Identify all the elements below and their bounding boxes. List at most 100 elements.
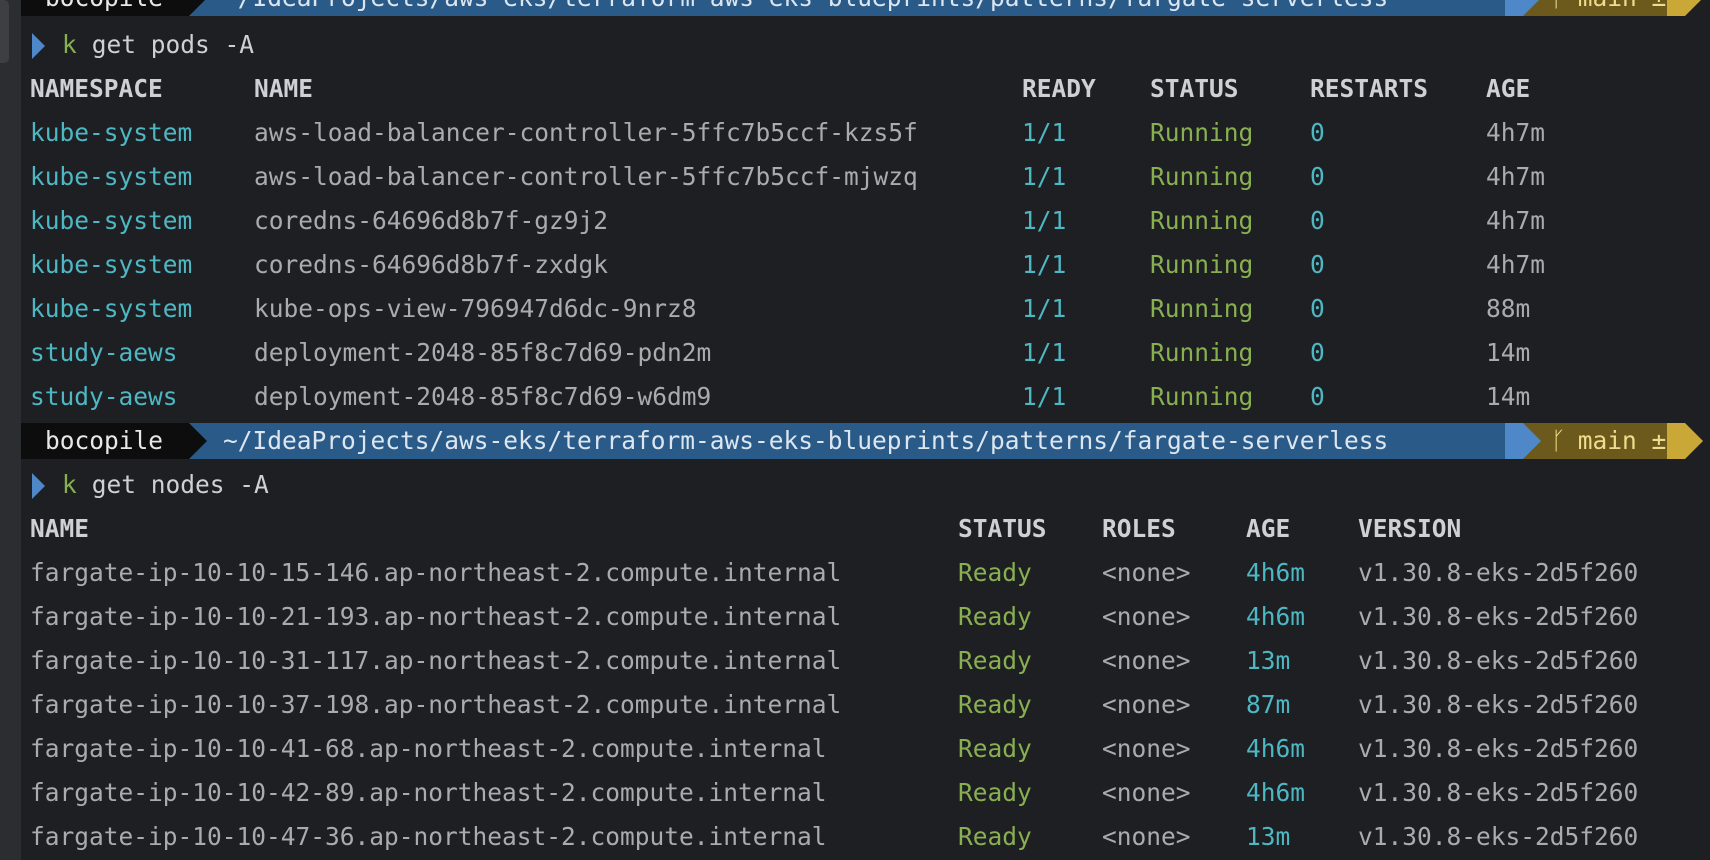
prompt-user: bocopile [21,0,189,16]
nodes-row: fargate-ip-10-10-15-146.ap-northeast-2.c… [0,551,1710,595]
nodes-column-header: AGE [1246,514,1291,543]
pods-cell: Running [1150,382,1254,411]
pods-cell: coredns-64696d8b7f-gz9j2 [254,206,609,235]
pods-row: kube-system coredns-64696d8b7f-gz9j2 1/1 Ru… [0,199,1710,243]
nodes-cell: <none> [1102,690,1191,719]
pods-cell: kube-system [30,206,193,235]
nodes-cell: fargate-ip-10-10-21-193.ap-northeast-2.c… [30,602,842,631]
pods-cell: 1/1 [1022,250,1067,279]
pods-header-row: NAMESPACE NAME READY STATUS RESTARTS AGE [0,67,1710,111]
nodes-cell: Ready [958,778,1032,807]
pods-cell: kube-system [30,294,193,323]
pods-column-header: NAMESPACE [30,74,163,103]
pods-column-header: RESTARTS [1310,74,1429,103]
pods-cell: 1/1 [1022,338,1067,367]
nodes-cell: 87m [1246,690,1291,719]
pods-cell: 0 [1310,162,1325,191]
nodes-cell: fargate-ip-10-10-15-146.ap-northeast-2.c… [30,558,842,587]
nodes-row: fargate-ip-10-10-41-68.ap-northeast-2.co… [0,727,1710,771]
pods-row: kube-system aws-load-balancer-controller-… [0,111,1710,155]
nodes-cell: v1.30.8-eks-2d5f260 [1358,602,1639,631]
pods-cell: deployment-2048-85f8c7d69-w6dm9 [254,382,712,411]
nodes-cell: fargate-ip-10-10-42-89.ap-northeast-2.co… [30,778,827,807]
pods-cell: kube-system [30,118,193,147]
pods-cell: Running [1150,338,1254,367]
nodes-cell: <none> [1102,822,1191,851]
pods-cell: aws-load-balancer-controller-5ffc7b5ccf-… [254,118,918,147]
nodes-cell: v1.30.8-eks-2d5f260 [1358,778,1639,807]
prompt-user: bocopile [21,423,189,459]
pods-cell: 0 [1310,294,1325,323]
nodes-cell: v1.30.8-eks-2d5f260 [1358,558,1639,587]
pods-cell: Running [1150,250,1254,279]
nodes-cell: fargate-ip-10-10-31-117.ap-northeast-2.c… [30,646,842,675]
pods-cell: study-aews [30,338,178,367]
prompt-chevron-icon [32,33,45,59]
nodes-cell: Ready [958,822,1032,851]
pods-cell: 4h7m [1486,250,1546,279]
command-alias: k [62,30,77,59]
prompt-bar: bocopile ~/IdeaProjects/aws-eks/terrafor… [21,423,1703,459]
nodes-cell: Ready [958,734,1032,763]
command-alias: k [62,470,77,499]
pods-cell: 4h7m [1486,206,1546,235]
pods-cell: Running [1150,294,1254,323]
git-branch-icon: ᚴ [1551,0,1566,12]
command-args: get pods -A [77,30,255,59]
nodes-cell: 13m [1246,822,1291,851]
command-args: get nodes -A [77,470,269,499]
nodes-cell: v1.30.8-eks-2d5f260 [1358,734,1639,763]
nodes-cell: v1.30.8-eks-2d5f260 [1358,690,1639,719]
pods-column-header: READY [1022,74,1096,103]
nodes-cell: v1.30.8-eks-2d5f260 [1358,646,1639,675]
nodes-cell: v1.30.8-eks-2d5f260 [1358,822,1639,851]
prompt-chevron-icon [32,473,45,499]
pods-cell: 0 [1310,118,1325,147]
nodes-row: fargate-ip-10-10-31-117.ap-northeast-2.c… [0,639,1710,683]
pods-row: kube-system kube-ops-view-796947d6dc-9nrz… [0,287,1710,331]
prompt-path: ~/IdeaProjects/aws-eks/terraform-aws-eks… [189,0,1523,16]
prompt-bar-top: bocopile ~/IdeaProjects/aws-eks/terrafor… [21,0,1703,16]
nodes-cell: Ready [958,690,1032,719]
nodes-cell: <none> [1102,778,1191,807]
pods-cell: kube-system [30,162,193,191]
pods-cell: 14m [1486,338,1531,367]
nodes-cell: 4h6m [1246,558,1306,587]
pods-row: study-aews deployment-2048-85f8c7d69-pdn2… [0,331,1710,375]
nodes-row: fargate-ip-10-10-42-89.ap-northeast-2.co… [0,771,1710,815]
pods-cell: 1/1 [1022,118,1067,147]
nodes-cell: 13m [1246,646,1291,675]
nodes-column-header: STATUS [958,514,1047,543]
nodes-header-row: NAME STATUS ROLES AGE VERSION [0,507,1710,551]
nodes-cell: 4h6m [1246,778,1306,807]
pods-cell: aws-load-balancer-controller-5ffc7b5ccf-… [254,162,918,191]
nodes-cell: Ready [958,558,1032,587]
command-line-pods: k get pods -A [0,23,1710,67]
pods-cell: kube-ops-view-796947d6dc-9nrz8 [254,294,697,323]
nodes-row: fargate-ip-10-10-21-193.ap-northeast-2.c… [0,595,1710,639]
nodes-column-header: ROLES [1102,514,1176,543]
pods-column-header: NAME [254,74,314,103]
pods-cell: 1/1 [1022,294,1067,323]
nodes-cell: <none> [1102,734,1191,763]
nodes-row: fargate-ip-10-10-37-198.ap-northeast-2.c… [0,683,1710,727]
prompt-git-branch: ᚴmain ± [1523,0,1685,16]
pods-cell: coredns-64696d8b7f-zxdgk [254,250,609,279]
pods-cell: 0 [1310,382,1325,411]
pods-cell: kube-system [30,250,193,279]
pods-row: kube-system coredns-64696d8b7f-zxdgk 1/1 Ru… [0,243,1710,287]
nodes-cell: Ready [958,646,1032,675]
pods-cell: 0 [1310,206,1325,235]
nodes-cell: fargate-ip-10-10-47-36.ap-northeast-2.co… [30,822,827,851]
pods-column-header: STATUS [1150,74,1239,103]
nodes-row: fargate-ip-10-10-47-36.ap-northeast-2.co… [0,815,1710,859]
pods-row: study-aews deployment-2048-85f8c7d69-w6dm… [0,375,1710,419]
nodes-cell: <none> [1102,602,1191,631]
nodes-column-header: VERSION [1358,514,1462,543]
nodes-cell: fargate-ip-10-10-41-68.ap-northeast-2.co… [30,734,827,763]
nodes-cell: <none> [1102,558,1191,587]
pods-column-header: AGE [1486,74,1531,103]
prompt-git-branch: ᚴmain ± [1523,423,1685,459]
pods-row: kube-system aws-load-balancer-controller-… [0,155,1710,199]
nodes-cell: 4h6m [1246,602,1306,631]
